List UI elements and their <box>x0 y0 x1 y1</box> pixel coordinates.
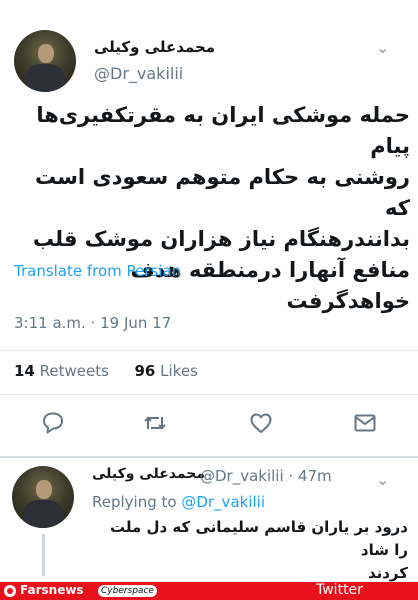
reply-handle-time[interactable]: @Dr_vakilii · 47m <box>200 467 332 485</box>
retweets-count: 14 <box>14 362 35 380</box>
retweet-icon[interactable] <box>142 410 176 444</box>
display-name[interactable]: محمدعلی وکیلی <box>94 38 215 56</box>
divider <box>0 394 418 395</box>
replying-prefix: Replying to <box>92 493 182 511</box>
farsnews-logo-icon <box>4 585 16 597</box>
avatar-body-shape <box>23 500 63 528</box>
tweet-text: حمله موشکی ایران به مقرتکفیری‌ها پیام رو… <box>12 100 410 317</box>
engagement-stats: 14 Retweets 96 Likes <box>14 362 198 380</box>
reply-avatar[interactable] <box>12 466 74 528</box>
like-icon[interactable] <box>248 410 282 444</box>
replying-handle-link[interactable]: @Dr_vakilii <box>181 493 265 511</box>
brand-bar: Farsnews Cyberspace Twitter <box>0 582 418 600</box>
tweet-timestamp[interactable]: 3:11 a.m. · 19 Jun 17 <box>14 314 171 332</box>
brand-tag: Cyberspace <box>98 585 157 597</box>
reply-text-line: درود بر یاران قاسم سلیمانی که دل ملت را … <box>109 518 408 559</box>
divider <box>0 456 418 458</box>
translate-link[interactable]: Translate from Persian <box>14 262 181 280</box>
reply-display-name[interactable]: محمدعلی وکیلی <box>92 466 205 482</box>
retweets-stat[interactable]: 14 Retweets <box>14 362 109 380</box>
avatar-face-shape <box>37 43 54 64</box>
chevron-down-icon[interactable]: ⌄ <box>376 38 389 57</box>
reply-text: درود بر یاران قاسم سلیمانی که دل ملت را … <box>92 516 408 585</box>
avatar-face-shape <box>35 479 52 500</box>
avatar-body-shape <box>25 64 65 92</box>
brand-site-name: Farsnews <box>20 583 84 597</box>
brand-source: Twitter <box>316 582 363 598</box>
divider <box>0 350 418 351</box>
tweet-text-line: بدانندرهنگام نیاز هزاران موشک قلب <box>32 227 410 251</box>
user-handle[interactable]: @Dr_vakilii <box>94 64 183 83</box>
tweet-actions <box>0 410 418 444</box>
likes-label: Likes <box>160 362 198 380</box>
tweet-text-line: روشنی به حکام متوهم سعودی است که <box>35 165 410 220</box>
avatar[interactable] <box>14 30 76 92</box>
reply-icon[interactable] <box>40 410 74 444</box>
likes-stat[interactable]: 96 Likes <box>135 362 198 380</box>
chevron-down-icon[interactable]: ⌄ <box>376 470 389 489</box>
retweets-label: Retweets <box>39 362 109 380</box>
likes-count: 96 <box>134 362 156 380</box>
tweet-text-line: حمله موشکی ایران به مقرتکفیری‌ها پیام <box>36 103 410 158</box>
replying-to: Replying to @Dr_vakilii <box>92 493 265 511</box>
main-tweet: محمدعلی وکیلی @Dr_vakilii ⌄ حمله موشکی ا… <box>0 0 418 458</box>
share-icon[interactable] <box>352 410 386 444</box>
thread-line <box>42 534 45 576</box>
